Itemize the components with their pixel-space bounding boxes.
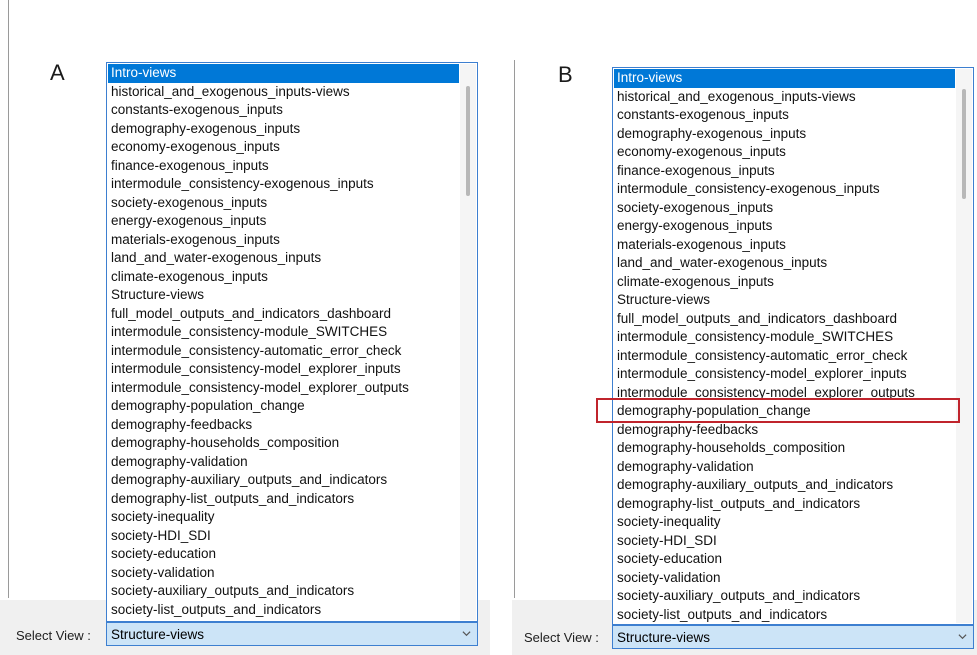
list-item[interactable]: demography-population_change [108,397,459,416]
list-item[interactable]: finance-exogenous_inputs [614,162,955,181]
list-item[interactable]: society-exogenous_inputs [108,194,459,213]
chevron-down-icon[interactable] [958,632,967,641]
select-view-value: Structure-views [111,627,205,642]
list-item[interactable]: demography-feedbacks [108,416,459,435]
dropdown-items: Intro-views historical_and_exogenous_inpu… [614,69,955,624]
select-view-value: Structure-views [617,630,711,645]
highlight-box [596,398,960,423]
panel-letter: A [50,60,65,85]
scrollbar[interactable] [460,64,476,620]
list-item[interactable]: society-HDI_SDI [614,532,955,551]
list-item[interactable]: economy-exogenous_inputs [108,138,459,157]
list-item[interactable]: demography-auxiliary_outputs_and_indicat… [614,476,955,495]
list-item[interactable]: society-list_outputs_and_indicators [614,606,955,625]
list-item[interactable]: constants-exogenous_inputs [614,106,955,125]
view-dropdown-list[interactable]: Intro-views historical_and_exogenous_inpu… [106,62,478,622]
list-item[interactable]: intermodule_consistency-module_SWITCHES [614,328,955,347]
select-view-dropdown[interactable]: Structure-views [612,625,974,649]
list-item[interactable]: society-education [614,550,955,569]
list-item[interactable]: society-HDI_SDI [108,527,459,546]
scrollbar-thumb[interactable] [962,89,966,199]
list-item[interactable]: Structure-views [614,291,955,310]
list-item[interactable]: intermodule_consistency-model_explorer_i… [108,360,459,379]
list-item[interactable]: society-validation [614,569,955,588]
list-item[interactable]: intermodule_consistency-exogenous_inputs [108,175,459,194]
scrollbar-thumb[interactable] [466,86,470,196]
list-item[interactable]: materials-exogenous_inputs [108,231,459,250]
chevron-down-icon[interactable] [462,629,471,638]
list-item[interactable]: finance-exogenous_inputs [108,157,459,176]
list-item[interactable]: demography-households_composition [614,439,955,458]
list-item[interactable]: energy-exogenous_inputs [108,212,459,231]
list-item[interactable]: land_and_water-exogenous_inputs [614,254,955,273]
list-item[interactable]: demography-households_composition [108,434,459,453]
select-view-label: Select View : [16,628,91,643]
list-item[interactable]: historical_and_exogenous_inputs-views [108,83,459,102]
select-view-dropdown[interactable]: Structure-views [106,622,478,646]
list-item[interactable]: Intro-views [614,69,955,88]
list-item[interactable]: society-education [108,545,459,564]
list-item[interactable]: full_model_outputs_and_indicators_dashbo… [108,305,459,324]
list-item[interactable]: Intro-views [108,64,459,83]
list-item[interactable]: materials-exogenous_inputs [614,236,955,255]
list-item[interactable]: demography-list_outputs_and_indicators [108,490,459,509]
list-item[interactable]: land_and_water-exogenous_inputs [108,249,459,268]
window-edge [514,60,515,598]
list-item[interactable]: society-auxiliary_outputs_and_indicators [614,587,955,606]
select-view-label: Select View : [524,630,599,645]
list-item[interactable]: intermodule_consistency-automatic_error_… [614,347,955,366]
list-item[interactable]: demography-exogenous_inputs [108,120,459,139]
list-item[interactable]: demography-validation [614,458,955,477]
list-item[interactable]: demography-exogenous_inputs [614,125,955,144]
list-item[interactable]: intermodule_consistency-model_explorer_o… [108,379,459,398]
dropdown-items: Intro-views historical_and_exogenous_inpu… [108,64,459,619]
list-item[interactable]: energy-exogenous_inputs [614,217,955,236]
view-dropdown-list[interactable]: Intro-views historical_and_exogenous_inpu… [612,67,974,625]
list-item[interactable]: climate-exogenous_inputs [108,268,459,287]
list-item[interactable]: society-exogenous_inputs [614,199,955,218]
list-item[interactable]: society-inequality [108,508,459,527]
scrollbar[interactable] [956,69,972,623]
list-item[interactable]: full_model_outputs_and_indicators_dashbo… [614,310,955,329]
list-item[interactable]: demography-feedbacks [614,421,955,440]
window-edge [8,0,9,598]
list-item[interactable]: demography-list_outputs_and_indicators [614,495,955,514]
panel-a: A Select View : Structure-views Intro-vi… [0,0,490,655]
list-item[interactable]: intermodule_consistency-automatic_error_… [108,342,459,361]
list-item[interactable]: economy-exogenous_inputs [614,143,955,162]
list-item[interactable]: society-list_outputs_and_indicators [108,601,459,620]
list-item[interactable]: intermodule_consistency-exogenous_inputs [614,180,955,199]
list-item[interactable]: constants-exogenous_inputs [108,101,459,120]
list-item[interactable]: historical_and_exogenous_inputs-views [614,88,955,107]
list-item[interactable]: society-inequality [614,513,955,532]
list-item[interactable]: intermodule_consistency-model_explorer_i… [614,365,955,384]
list-item[interactable]: demography-auxiliary_outputs_and_indicat… [108,471,459,490]
list-item[interactable]: Structure-views [108,286,459,305]
panel-letter: B [558,62,573,87]
list-item[interactable]: climate-exogenous_inputs [614,273,955,292]
list-item[interactable]: demography-validation [108,453,459,472]
list-item[interactable]: intermodule_consistency-module_SWITCHES [108,323,459,342]
panel-b: B Select View : Structure-views Intro-vi… [512,0,977,655]
list-item[interactable]: society-auxiliary_outputs_and_indicators [108,582,459,601]
list-item[interactable]: society-validation [108,564,459,583]
